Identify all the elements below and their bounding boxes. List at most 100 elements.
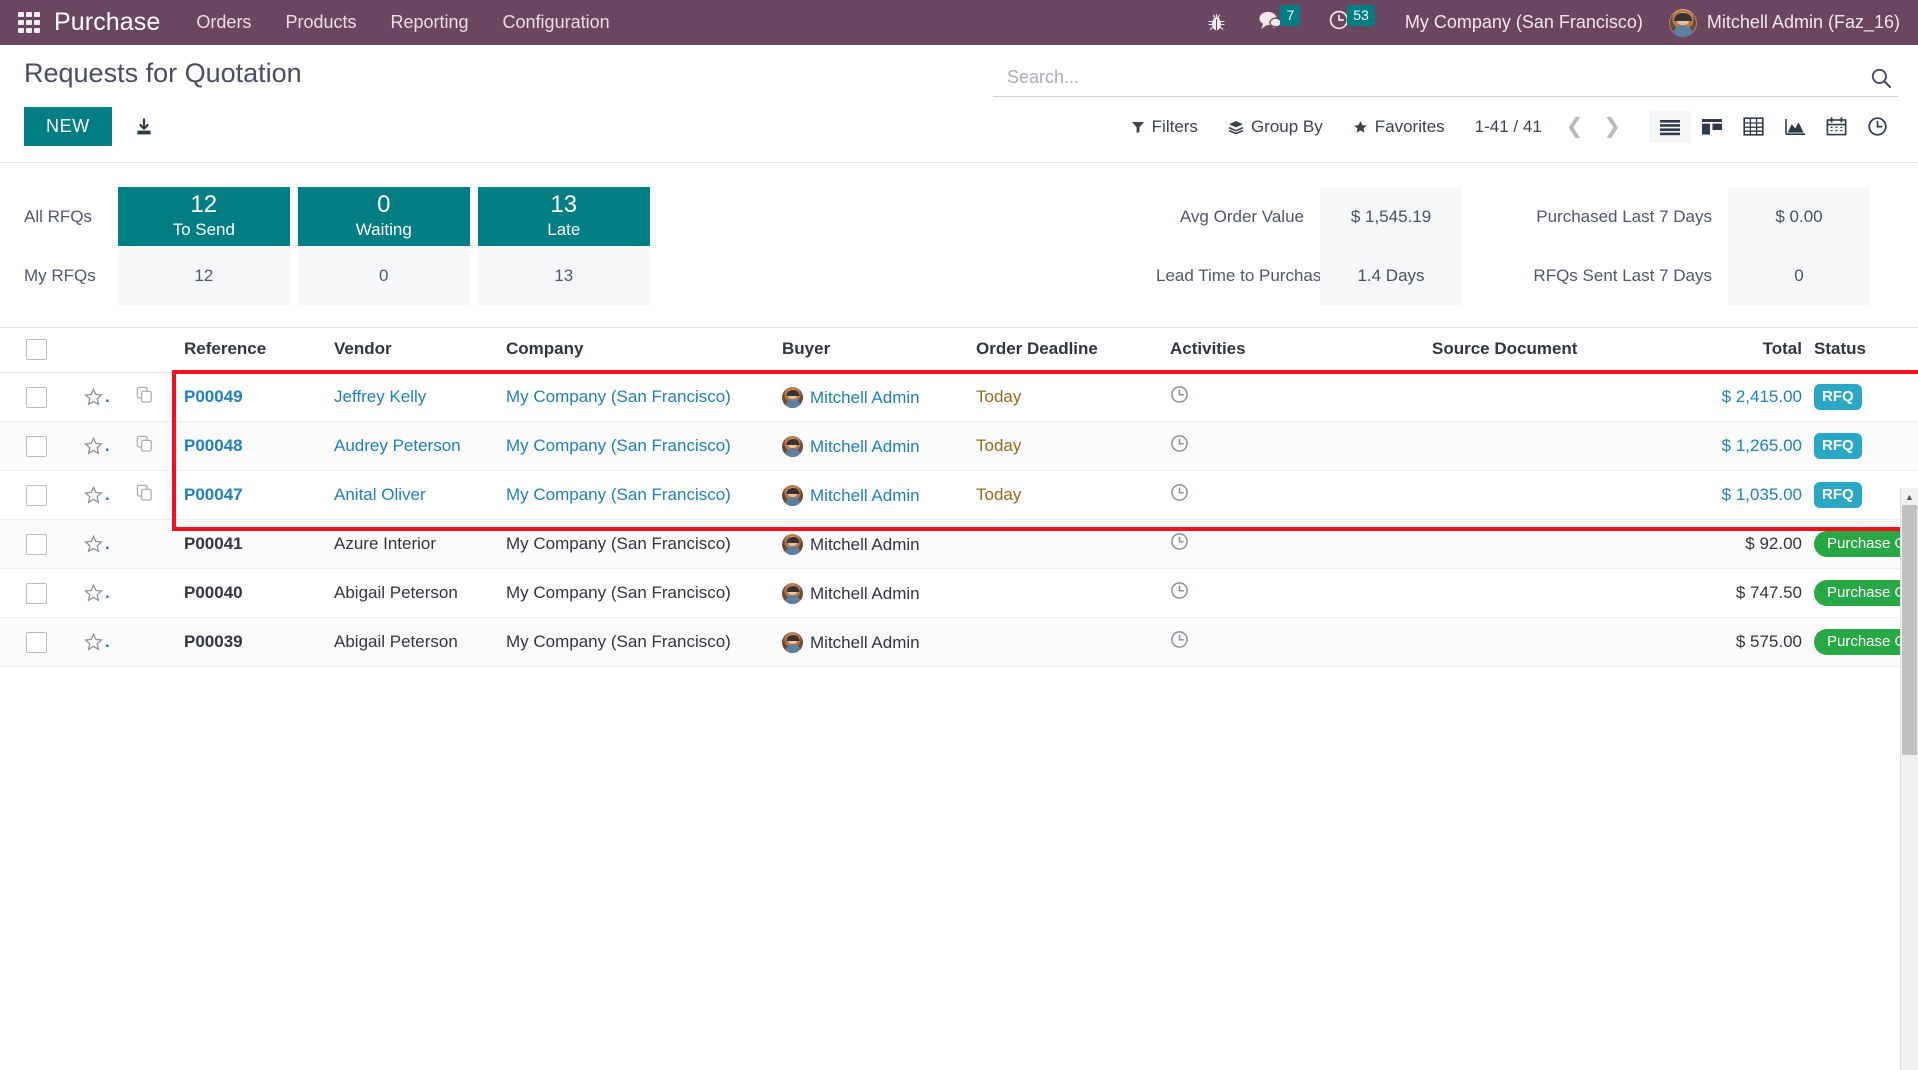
reference-value[interactable]: P00041: [184, 534, 243, 553]
clock-icon[interactable]: [1170, 434, 1189, 458]
clock-icon[interactable]: [1170, 630, 1189, 654]
row-checkbox[interactable]: [26, 534, 47, 555]
menu-configuration[interactable]: Configuration: [503, 12, 610, 33]
reference-value[interactable]: P00040: [184, 583, 243, 602]
cell-buyer[interactable]: Mitchell Admin: [776, 471, 970, 520]
cell-vendor[interactable]: Jeffrey Kelly: [328, 373, 500, 422]
cell-buyer[interactable]: Mitchell Admin: [776, 520, 970, 569]
cell-total[interactable]: $ 1,265.00: [1666, 422, 1808, 471]
cell-total[interactable]: $ 747.50: [1666, 569, 1808, 618]
cell-total[interactable]: $ 575.00: [1666, 618, 1808, 667]
messages-counter[interactable]: 7: [1257, 9, 1300, 36]
cell-reference[interactable]: P00039: [178, 618, 328, 667]
calendar-view-button[interactable]: [1816, 110, 1857, 143]
cell-activities[interactable]: [1164, 422, 1426, 471]
cell-order-deadline[interactable]: [970, 520, 1164, 569]
reference-value[interactable]: P00047: [184, 485, 243, 504]
cell-total[interactable]: $ 1,035.00: [1666, 471, 1808, 520]
table-row[interactable]: .P00039Abigail PetersonMy Company (San F…: [0, 618, 1918, 667]
chevron-left-icon[interactable]: ❮: [1556, 114, 1594, 139]
column-activities[interactable]: Activities: [1164, 328, 1426, 373]
search-box[interactable]: [993, 65, 1898, 97]
column-total[interactable]: Total: [1666, 328, 1808, 373]
cell-reference[interactable]: P00047: [178, 471, 328, 520]
clock-icon[interactable]: [1170, 385, 1189, 409]
cell-activities[interactable]: [1164, 569, 1426, 618]
bug-icon[interactable]: [1208, 13, 1225, 32]
cell-status[interactable]: RFQ: [1808, 373, 1918, 422]
cell-order-deadline[interactable]: Today: [970, 422, 1164, 471]
activity-view-button[interactable]: [1857, 109, 1898, 144]
star-icon[interactable]: .: [84, 534, 124, 554]
column-buyer[interactable]: Buyer: [776, 328, 970, 373]
column-source-document[interactable]: Source Document: [1426, 328, 1666, 373]
favorites-dropdown[interactable]: Favorites: [1353, 117, 1445, 137]
activities-counter[interactable]: 53: [1328, 9, 1375, 36]
select-all-checkbox[interactable]: [26, 339, 47, 360]
column-vendor[interactable]: Vendor: [328, 328, 500, 373]
buyer-value[interactable]: Mitchell Admin: [810, 486, 920, 505]
list-view-button[interactable]: [1649, 111, 1691, 143]
cell-total[interactable]: $ 92.00: [1666, 520, 1808, 569]
cell-vendor[interactable]: Anital Oliver: [328, 471, 500, 520]
company-value[interactable]: My Company (San Francisco): [506, 485, 731, 504]
groupby-dropdown[interactable]: Group By: [1228, 117, 1323, 137]
cell-vendor[interactable]: Audrey Peterson: [328, 422, 500, 471]
app-brand-purchase[interactable]: Purchase: [54, 8, 160, 37]
pager-text[interactable]: 1-41 / 41: [1475, 117, 1542, 137]
table-row[interactable]: .P00041Azure InteriorMy Company (San Fra…: [0, 520, 1918, 569]
cell-activities[interactable]: [1164, 373, 1426, 422]
cell-order-deadline[interactable]: Today: [970, 373, 1164, 422]
menu-products[interactable]: Products: [285, 12, 356, 33]
menu-orders[interactable]: Orders: [196, 12, 251, 33]
cell-order-deadline[interactable]: [970, 569, 1164, 618]
cell-company[interactable]: My Company (San Francisco): [500, 422, 776, 471]
scroll-up-arrow[interactable]: ▲: [1901, 488, 1918, 505]
column-order-deadline[interactable]: Order Deadline: [970, 328, 1164, 373]
star-icon[interactable]: .: [84, 436, 124, 456]
duplicate-icon[interactable]: [136, 438, 154, 457]
buyer-value[interactable]: Mitchell Admin: [810, 388, 920, 407]
cell-buyer[interactable]: Mitchell Admin: [776, 373, 970, 422]
column-reference[interactable]: Reference: [178, 328, 328, 373]
kpi-my-to-send[interactable]: 12: [118, 246, 290, 305]
cell-order-deadline[interactable]: [970, 618, 1164, 667]
cell-activities[interactable]: [1164, 618, 1426, 667]
cell-company[interactable]: My Company (San Francisco): [500, 373, 776, 422]
pivot-view-button[interactable]: [1733, 110, 1774, 143]
vertical-scrollbar[interactable]: ▲: [1900, 488, 1918, 1070]
reference-value[interactable]: P00039: [184, 632, 243, 651]
vendor-value[interactable]: Anital Oliver: [334, 485, 426, 504]
cell-vendor[interactable]: Abigail Peterson: [328, 618, 500, 667]
kpi-all-waiting[interactable]: 0 Waiting: [298, 187, 470, 246]
row-checkbox[interactable]: [26, 436, 47, 457]
kpi-all-to-send[interactable]: 12 To Send: [118, 187, 290, 246]
search-input[interactable]: [993, 65, 1860, 90]
cell-buyer[interactable]: Mitchell Admin: [776, 422, 970, 471]
company-switcher[interactable]: My Company (San Francisco): [1405, 12, 1643, 33]
reference-value[interactable]: P00049: [184, 387, 243, 406]
scroll-thumb[interactable]: [1902, 505, 1917, 755]
chevron-right-icon[interactable]: ❯: [1593, 114, 1631, 139]
cell-company[interactable]: My Company (San Francisco): [500, 471, 776, 520]
column-status[interactable]: Status: [1808, 328, 1918, 373]
cell-activities[interactable]: [1164, 520, 1426, 569]
clock-icon[interactable]: [1170, 532, 1189, 556]
cell-source-document[interactable]: [1426, 373, 1666, 422]
cell-status[interactable]: RFQ: [1808, 422, 1918, 471]
user-menu[interactable]: Mitchell Admin (Faz_16): [1707, 12, 1900, 33]
cell-company[interactable]: My Company (San Francisco): [500, 618, 776, 667]
cell-total[interactable]: $ 2,415.00: [1666, 373, 1808, 422]
duplicate-icon[interactable]: [136, 487, 154, 506]
cell-source-document[interactable]: [1426, 471, 1666, 520]
kpi-all-late[interactable]: 13 Late: [478, 187, 650, 246]
menu-reporting[interactable]: Reporting: [390, 12, 468, 33]
cell-buyer[interactable]: Mitchell Admin: [776, 618, 970, 667]
table-row[interactable]: .P00049Jeffrey KellyMy Company (San Fran…: [0, 373, 1918, 422]
cell-reference[interactable]: P00041: [178, 520, 328, 569]
row-checkbox[interactable]: [26, 485, 47, 506]
star-icon[interactable]: .: [84, 583, 124, 603]
cell-reference[interactable]: P00040: [178, 569, 328, 618]
column-company[interactable]: Company: [500, 328, 776, 373]
cell-vendor[interactable]: Abigail Peterson: [328, 569, 500, 618]
